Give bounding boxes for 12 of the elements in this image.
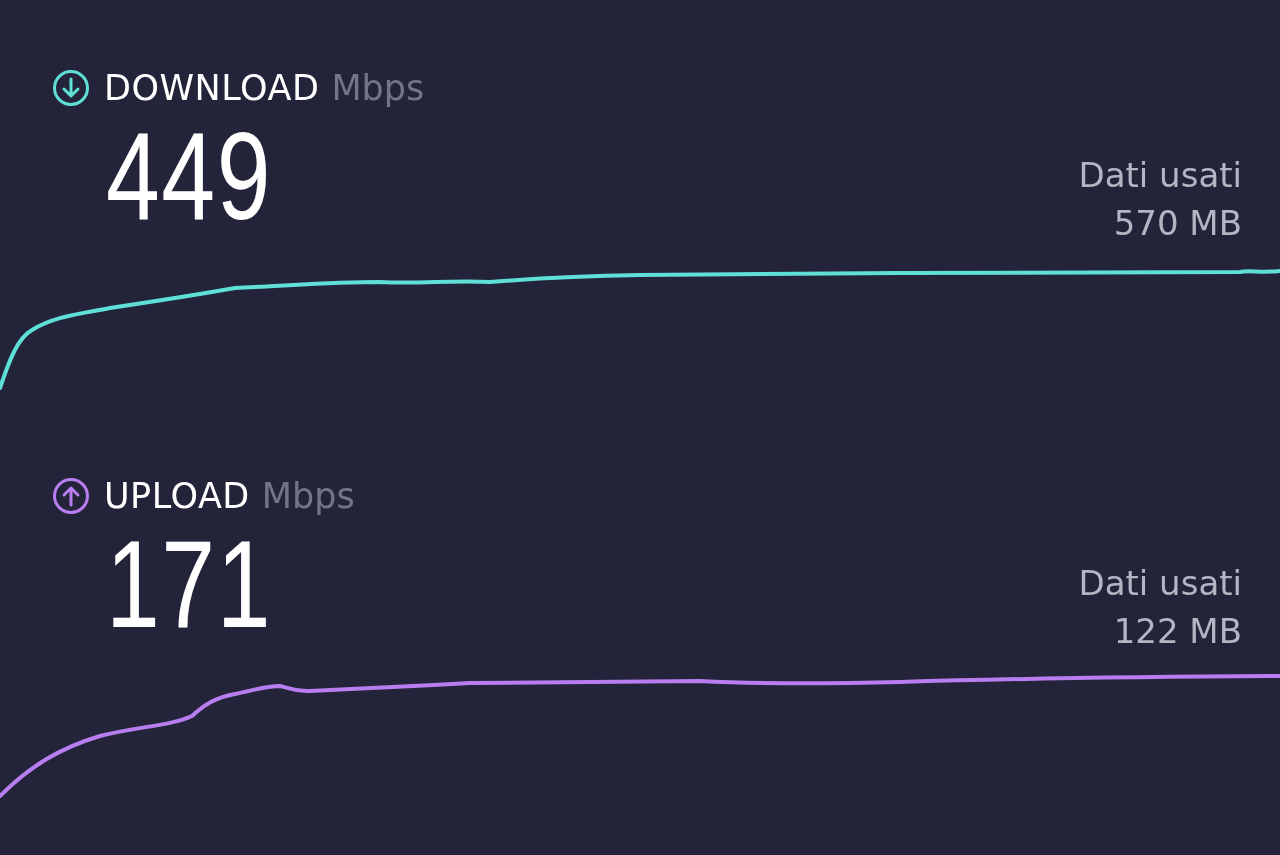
speed-value: 171	[106, 522, 273, 646]
unit-label: Mbps	[261, 476, 355, 516]
metric-title: UPLOAD	[104, 476, 250, 516]
download-icon	[52, 69, 90, 107]
unit-label: Mbps	[331, 68, 425, 108]
metric-title: DOWNLOAD	[104, 68, 320, 108]
speed-value: 449	[106, 114, 273, 238]
data-used-label: Dati usati	[1078, 154, 1242, 196]
upload-icon	[52, 477, 90, 515]
data-used-label: Dati usati	[1078, 562, 1242, 604]
data-used-amount: 122 MB	[1113, 610, 1242, 652]
data-used-amount: 570 MB	[1113, 202, 1242, 244]
